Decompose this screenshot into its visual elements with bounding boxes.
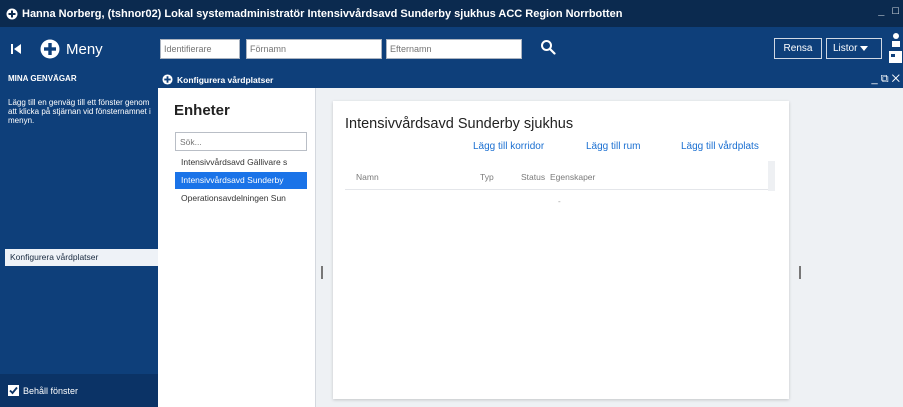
- menu-button[interactable]: Meny: [40, 39, 150, 59]
- pane-header: Konfigurera vårdplatser _ ⧉ ✕: [158, 71, 903, 88]
- lists-label: Listor: [833, 43, 858, 54]
- clear-button[interactable]: Rensa: [774, 38, 822, 59]
- minimize-button[interactable]: _: [878, 5, 884, 17]
- search-icon[interactable]: [540, 39, 556, 55]
- keep-windows-toggle[interactable]: Behåll fönster: [0, 374, 158, 407]
- keep-windows-label: Behåll fönster: [23, 385, 79, 396]
- checkbox-checked-icon[interactable]: [8, 385, 19, 396]
- unit-detail-title: Intensivvårdsavd Sunderby sjukhus: [345, 116, 574, 132]
- shortcuts-sidebar: MINA GENVÄGAR Lägg till en genväg till e…: [0, 71, 158, 407]
- column-header-properties[interactable]: Egenskaper: [550, 172, 595, 182]
- chevron-down-icon: [860, 45, 869, 51]
- sidebar-item-konfigurera-vardplatser[interactable]: Konfigurera vårdplatser: [5, 249, 158, 266]
- units-search-input[interactable]: [175, 132, 307, 151]
- empty-table-marker: -: [558, 197, 561, 206]
- table-scrollbar[interactable]: [768, 161, 775, 191]
- right-splitter-handle[interactable]: [799, 266, 801, 279]
- skip-first-icon[interactable]: [10, 43, 28, 55]
- table-header-divider: [345, 189, 775, 190]
- column-header-name[interactable]: Namn: [356, 172, 379, 182]
- window-titlebar: Hanna Norberg, (tshnor02) Lokal systemad…: [0, 0, 903, 27]
- unit-item-operation[interactable]: Operationsavdelningen Sun: [175, 190, 307, 207]
- content-area: Enheter Intensivvårdsavd Gällivare s Int…: [158, 88, 903, 407]
- pane-window-controls[interactable]: _ ⧉ ✕: [872, 73, 900, 86]
- add-bed-link[interactable]: Lägg till vårdplats: [681, 141, 759, 152]
- unit-item-gallivare[interactable]: Intensivvårdsavd Gällivare s: [175, 154, 307, 171]
- units-panel: Enheter Intensivvårdsavd Gällivare s Int…: [158, 88, 316, 407]
- maximize-button[interactable]: □: [892, 5, 899, 17]
- column-header-status[interactable]: Status: [521, 172, 545, 182]
- add-room-link[interactable]: Lägg till rum: [586, 141, 640, 152]
- left-splitter-handle[interactable]: [321, 266, 323, 279]
- add-corridor-link[interactable]: Lägg till korridor: [473, 141, 544, 152]
- app-window: Hanna Norberg, (tshnor02) Lokal systemad…: [0, 0, 903, 407]
- app-plus-icon: [6, 8, 18, 19]
- units-title: Enheter: [174, 102, 230, 119]
- plus-circle-icon: [162, 74, 173, 85]
- user-icon[interactable]: [888, 31, 903, 65]
- lists-dropdown-button[interactable]: Listor: [826, 38, 882, 59]
- unit-item-sunderby[interactable]: Intensivvårdsavd Sunderby: [175, 172, 307, 189]
- plus-circle-icon: [40, 39, 60, 59]
- first-name-input[interactable]: [246, 39, 382, 59]
- sidebar-heading: MINA GENVÄGAR: [8, 74, 77, 83]
- menu-label: Meny: [66, 40, 103, 58]
- pane-title: Konfigurera vårdplatser: [177, 74, 274, 85]
- column-header-type[interactable]: Typ: [480, 172, 494, 182]
- main-toolbar: Meny Rensa Listor: [0, 27, 903, 71]
- window-title: Hanna Norberg, (tshnor02) Lokal systemad…: [22, 7, 623, 20]
- sidebar-help-text: Lägg till en genväg till ett fönster gen…: [8, 98, 151, 125]
- last-name-input[interactable]: [386, 39, 522, 59]
- unit-detail-card: Intensivvårdsavd Sunderby sjukhus Lägg t…: [333, 101, 789, 399]
- identifier-input[interactable]: [160, 39, 240, 59]
